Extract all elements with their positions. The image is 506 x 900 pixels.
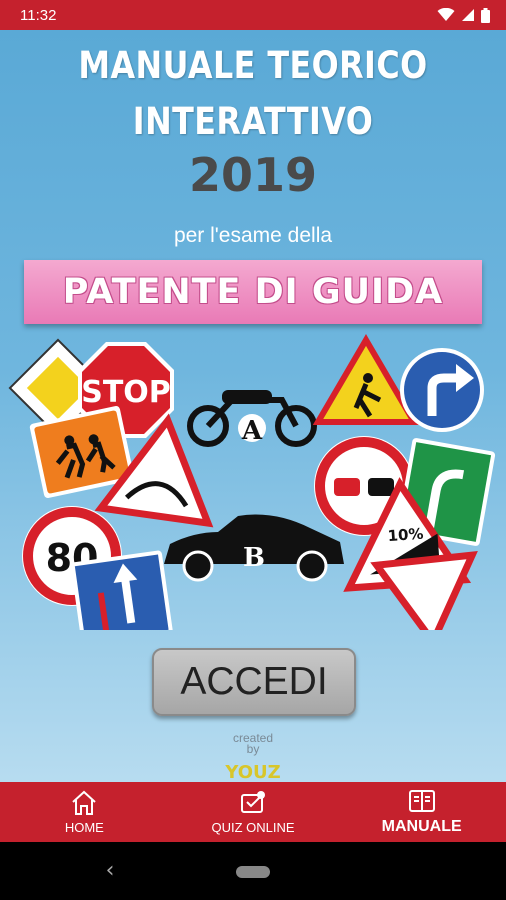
subtitle: per l'esame della (173, 224, 333, 247)
status-icons (437, 7, 490, 23)
banner-text: PATENTE DI GUIDA (62, 272, 444, 312)
back-icon[interactable]: ‹ (98, 856, 122, 886)
wifi-icon (437, 8, 455, 21)
title-line-2: INTERATTIVO (132, 100, 374, 143)
credit-text: created by (0, 732, 506, 756)
nav-manual-label: MANUALE (381, 818, 462, 835)
car-license-b-icon: B (164, 514, 344, 582)
grade-text: 10% (387, 525, 424, 545)
give-way-sign (370, 551, 478, 630)
nav-manual[interactable]: MANUALE (337, 782, 506, 842)
year-label: 2019 (188, 148, 318, 202)
category-b-label: B (243, 543, 265, 573)
license-banner: PATENTE DI GUIDA (24, 260, 482, 324)
turn-right-sign (400, 348, 484, 432)
status-bar: 11:32 (0, 0, 506, 30)
road-signs-illustration: STOP 80 A B 10% (8, 334, 496, 630)
nav-quiz-online[interactable]: QUIZ ONLINE (169, 782, 338, 842)
motorcycle-license-a-icon: A (187, 390, 317, 447)
nav-quiz-label: QUIZ ONLINE (211, 819, 295, 835)
stop-sign-text: STOP (81, 375, 171, 410)
nav-home-label: HOME (64, 819, 104, 835)
road-works-sign (312, 334, 420, 425)
main-content: MANUALE TEORICO INTERATTIVO 2019 per l'e… (0, 30, 506, 782)
home-icon (72, 790, 97, 815)
title-line-1: MANUALE TEORICO (78, 44, 428, 87)
system-navigation-bar: ‹ (0, 842, 506, 900)
category-a-label: A (241, 416, 263, 446)
quiz-icon (241, 790, 265, 813)
nav-home[interactable]: HOME (0, 782, 169, 842)
credit-line-2: by (246, 742, 260, 756)
home-pill-icon[interactable] (236, 866, 270, 878)
manual-icon (408, 790, 435, 812)
bottom-navigation: HOME QUIZ ONLINE MANUALE (0, 782, 506, 842)
developer-logo: YOUZ (225, 762, 281, 782)
enter-button[interactable]: ACCEDI (152, 648, 356, 716)
priority-direction-sign (70, 550, 173, 630)
signal-icon (462, 9, 474, 21)
status-time: 11:32 (20, 6, 57, 24)
battery-icon (481, 7, 490, 23)
